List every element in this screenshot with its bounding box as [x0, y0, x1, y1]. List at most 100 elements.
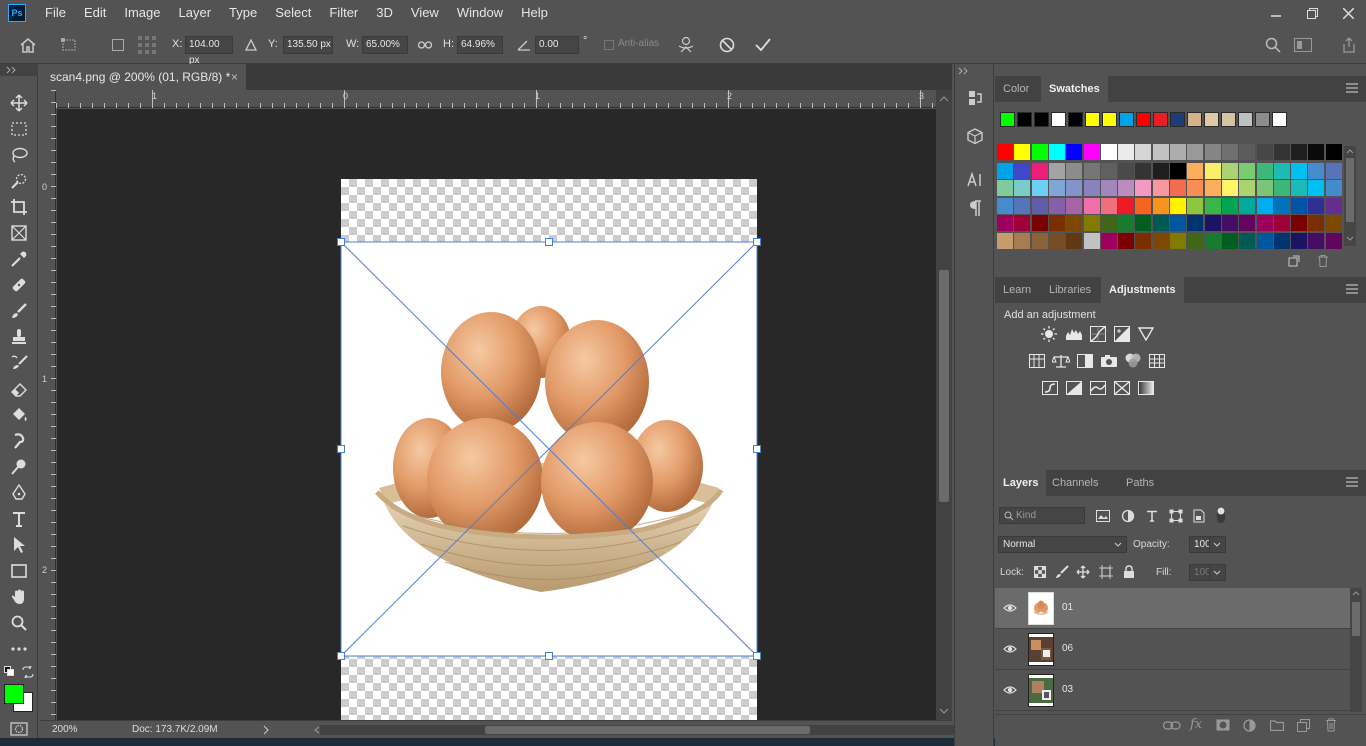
swatch[interactable] — [1031, 198, 1048, 214]
swatch[interactable] — [997, 163, 1013, 179]
tab-layers[interactable]: Layers — [995, 470, 1047, 496]
curves-button[interactable] — [1089, 325, 1107, 343]
swatch[interactable] — [997, 180, 1013, 196]
panel-menu-icon[interactable] — [1346, 477, 1358, 487]
swatch[interactable] — [1152, 144, 1169, 160]
swatch[interactable] — [997, 144, 1013, 160]
character-panel-button[interactable] — [963, 168, 987, 192]
menu-edit[interactable]: Edit — [75, 0, 115, 26]
smudge-tool[interactable] — [8, 430, 30, 452]
x-position-field[interactable]: 104.00 px — [185, 36, 233, 66]
foreground-color-swatch[interactable] — [4, 684, 24, 704]
horizontal-scroll-thumb[interactable] — [485, 726, 810, 734]
fill-dropdown[interactable] — [1209, 564, 1226, 581]
cancel-transform-button[interactable] — [716, 34, 738, 56]
recent-swatch[interactable] — [1238, 112, 1253, 127]
swatch[interactable] — [1308, 163, 1325, 179]
vertical-scroll-thumb[interactable] — [939, 270, 949, 502]
swatch[interactable] — [1152, 198, 1169, 214]
swatch[interactable] — [1066, 215, 1083, 231]
link-icon[interactable] — [1163, 720, 1181, 732]
swatch[interactable] — [1014, 215, 1031, 231]
swatch[interactable] — [1273, 215, 1290, 231]
swap-colors-button[interactable] — [22, 666, 34, 678]
recent-swatch[interactable] — [1221, 112, 1236, 127]
hue-saturation-button[interactable] — [1028, 352, 1046, 370]
menu-image[interactable]: Image — [115, 0, 169, 26]
swatches-scroll-thumb[interactable] — [1346, 158, 1354, 222]
lock-position[interactable] — [1074, 563, 1092, 581]
eye-icon[interactable] — [1003, 683, 1017, 697]
swatch[interactable] — [1325, 198, 1342, 214]
vertical-scrollbar[interactable] — [936, 90, 952, 720]
swatch[interactable] — [1256, 215, 1273, 231]
swatch[interactable] — [1221, 180, 1238, 196]
home-button[interactable] — [17, 34, 39, 56]
tab-channels[interactable]: Channels — [1044, 470, 1106, 496]
swatch[interactable] — [1083, 144, 1100, 160]
delete-swatch-button[interactable] — [1317, 255, 1329, 267]
tab-swatches[interactable]: Swatches — [1041, 76, 1108, 102]
black-white-button[interactable] — [1076, 352, 1094, 370]
swatch[interactable] — [1308, 233, 1325, 249]
tab-paths[interactable]: Paths — [1118, 470, 1162, 496]
tab-adjustments[interactable]: Adjustments — [1101, 277, 1184, 303]
swatch[interactable] — [1014, 180, 1031, 196]
swatch[interactable] — [1031, 215, 1048, 231]
color-lookup-button[interactable] — [1148, 352, 1166, 370]
recent-swatch[interactable] — [1085, 112, 1100, 127]
swatch[interactable] — [1291, 163, 1308, 179]
swatch[interactable] — [1152, 215, 1169, 231]
layer-row[interactable]: 01 — [995, 588, 1350, 629]
swatch[interactable] — [1135, 180, 1152, 196]
swatch[interactable] — [1308, 180, 1325, 196]
photo-filter-button[interactable] — [1100, 352, 1118, 370]
swatch[interactable] — [1118, 215, 1135, 231]
lock-artboard[interactable] — [1097, 563, 1115, 581]
document-tab[interactable]: scan4.png @ 200% (01, RGB/8) * × — [40, 64, 246, 90]
swatch[interactable] — [1118, 163, 1135, 179]
link-proportions-button[interactable] — [414, 34, 436, 56]
layer-thumbnail[interactable] — [1028, 633, 1054, 666]
posterize-button[interactable] — [1065, 379, 1083, 397]
swatch[interactable] — [1135, 233, 1152, 249]
swatch[interactable] — [1256, 233, 1273, 249]
menu-window[interactable]: Window — [448, 0, 512, 26]
swatch[interactable] — [1239, 233, 1256, 249]
swatch[interactable] — [1308, 144, 1325, 160]
transform-handle[interactable] — [337, 445, 345, 453]
type-tool[interactable] — [8, 508, 30, 530]
rectangle-tool[interactable] — [8, 560, 30, 582]
reference-point-button[interactable] — [58, 34, 80, 56]
folder-icon[interactable] — [1270, 719, 1284, 731]
swatch[interactable] — [1221, 233, 1238, 249]
swatch[interactable] — [1221, 163, 1238, 179]
y-position-field[interactable]: 135.50 px — [283, 36, 333, 54]
lock-transparent-pixels[interactable] — [1031, 563, 1049, 581]
swatch[interactable] — [1204, 198, 1221, 214]
swatch[interactable] — [1083, 233, 1100, 249]
swatch[interactable] — [1066, 198, 1083, 214]
crop-tool[interactable] — [8, 196, 30, 218]
swatch[interactable] — [1221, 215, 1238, 231]
filter-pixel-layers[interactable] — [1094, 507, 1112, 525]
selective-color-button[interactable] — [1113, 379, 1131, 397]
eraser-tool[interactable] — [8, 378, 30, 400]
reference-grid[interactable] — [136, 34, 158, 56]
swatch[interactable] — [997, 233, 1013, 249]
path-selection-tool[interactable] — [8, 534, 30, 556]
swatch[interactable] — [1152, 180, 1169, 196]
transform-handle[interactable] — [753, 238, 761, 246]
filter-shape-layers[interactable] — [1167, 507, 1185, 525]
transform-bounding-box[interactable] — [337, 238, 761, 660]
swatch[interactable] — [1308, 198, 1325, 214]
pen-tool[interactable] — [8, 482, 30, 504]
edit-toolbar-button[interactable] — [8, 638, 30, 660]
swatch[interactable] — [1152, 163, 1169, 179]
reference-toggle[interactable] — [107, 34, 129, 56]
opacity-dropdown[interactable] — [1209, 536, 1226, 553]
fx-icon[interactable]: fx — [1190, 717, 1202, 732]
mask-icon[interactable] — [1216, 719, 1230, 731]
swatch[interactable] — [1187, 233, 1204, 249]
marquee-tool[interactable] — [8, 118, 30, 140]
